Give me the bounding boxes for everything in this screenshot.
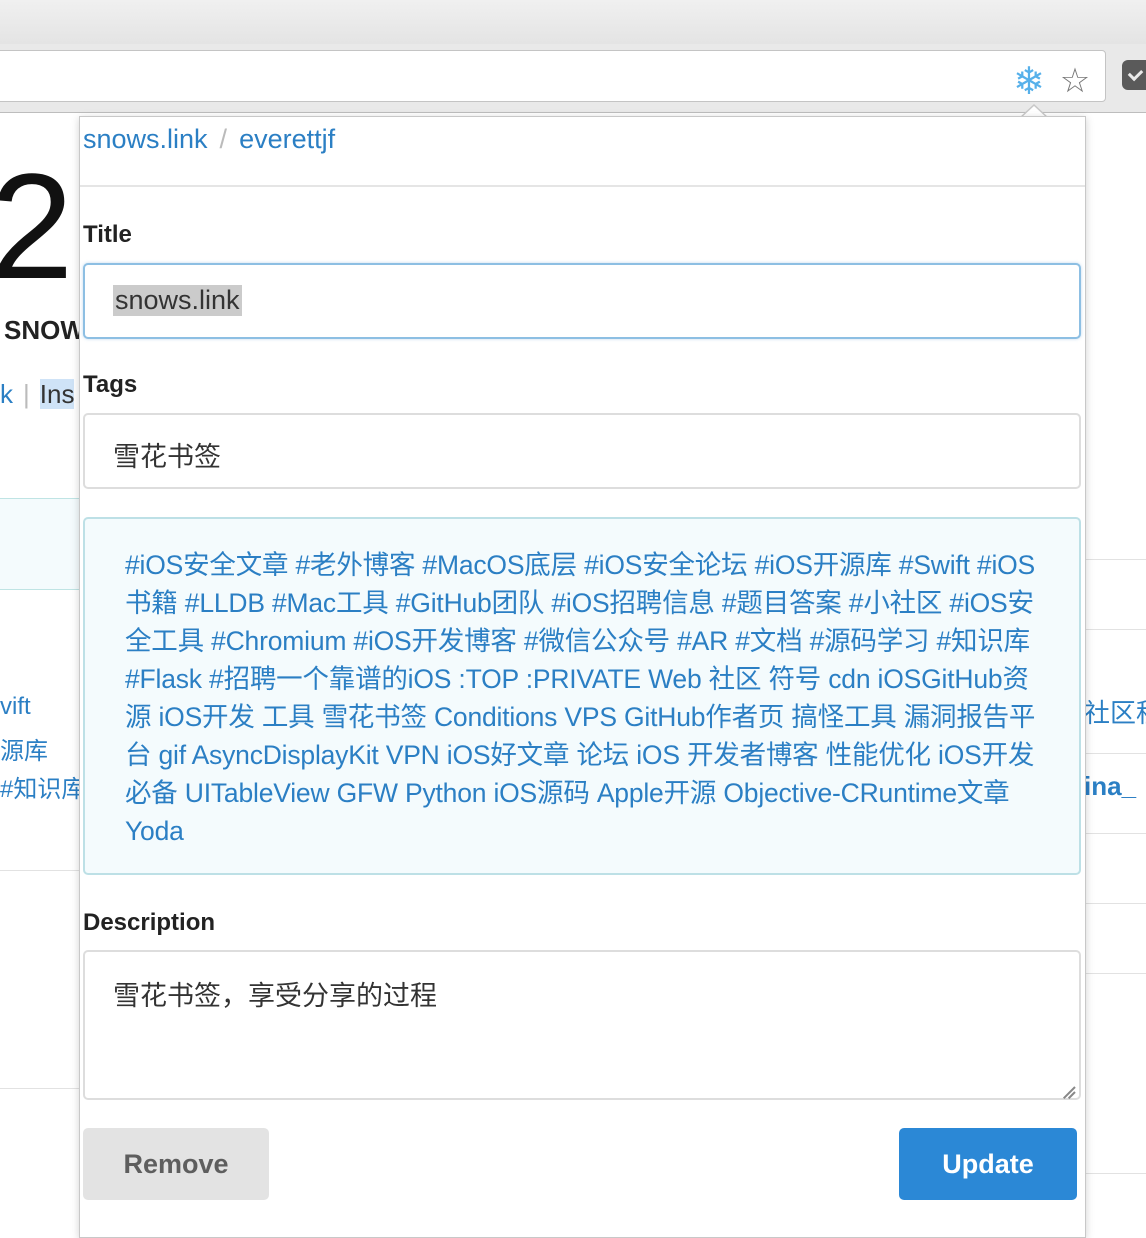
tag-suggestion[interactable]: 性能优化 bbox=[826, 740, 931, 770]
title-label: Title bbox=[83, 221, 132, 248]
background-panel bbox=[0, 498, 87, 590]
tag-suggestion[interactable]: #老外博客 bbox=[296, 550, 416, 580]
tag-suggestion[interactable]: Apple开源 bbox=[597, 778, 717, 808]
title-input[interactable]: snows.link bbox=[83, 263, 1081, 339]
tags-input-value: 雪花书签 bbox=[113, 442, 221, 472]
tag-suggestion[interactable]: 搞怪工具 bbox=[791, 702, 896, 732]
tag-suggestion[interactable]: #Chromium bbox=[211, 626, 346, 656]
title-input-value: snows.link bbox=[113, 285, 242, 316]
background-snippet[interactable]: 社区程 bbox=[1084, 693, 1146, 730]
tag-suggestion[interactable]: #知识库 bbox=[936, 626, 1030, 656]
tag-suggestion[interactable]: #Swift bbox=[899, 550, 970, 580]
breadcrumb-site-link[interactable]: snows.link bbox=[83, 124, 208, 154]
background-links: k | Ins bbox=[0, 379, 75, 409]
breadcrumb-user-link[interactable]: everettjf bbox=[239, 124, 335, 154]
tag-suggestion[interactable]: #iOS开源库 bbox=[755, 550, 892, 580]
tag-suggestion[interactable]: GFW bbox=[337, 778, 398, 808]
tag-suggestion[interactable]: Web bbox=[648, 664, 702, 694]
tag-suggestion[interactable]: 开发者博客 bbox=[687, 740, 819, 770]
background-site-name: SNOW bbox=[4, 315, 85, 345]
star-icon[interactable]: ☆ bbox=[1055, 61, 1095, 101]
tag-suggestion[interactable]: GitHub作者页 bbox=[624, 702, 784, 732]
tag-suggestion[interactable]: Objective-CRuntime文章 bbox=[723, 778, 1009, 808]
breadcrumb: snows.link / everettjf bbox=[83, 124, 336, 154]
tag-suggestion[interactable]: #题目答案 bbox=[722, 588, 842, 618]
tag-suggestion[interactable]: #小社区 bbox=[849, 588, 943, 618]
background-link[interactable]: k bbox=[0, 379, 13, 409]
address-bar[interactable]: ❄ ☆ bbox=[0, 50, 1106, 102]
tag-suggestion[interactable]: #iOS安全文章 bbox=[125, 550, 289, 580]
tag-suggestion[interactable]: #iOS安全论坛 bbox=[584, 550, 748, 580]
divider bbox=[80, 185, 1085, 187]
tag-suggestion[interactable]: #iOS开发博客 bbox=[353, 626, 517, 656]
tag-suggestion[interactable]: 论坛 bbox=[576, 740, 629, 770]
browser-title-bar bbox=[0, 0, 1146, 45]
tag-suggestion[interactable]: 工具 bbox=[262, 702, 315, 732]
tag-suggestion[interactable]: #源码学习 bbox=[810, 626, 930, 656]
tag-suggestion[interactable]: #iOS招聘信息 bbox=[551, 588, 715, 618]
tag-suggestion[interactable]: #招聘一个靠谱的iOS bbox=[209, 664, 451, 694]
description-label: Description bbox=[83, 909, 216, 936]
tags-input[interactable]: 雪花书签 bbox=[83, 413, 1081, 489]
tag-suggestion[interactable]: #文档 bbox=[735, 626, 802, 656]
browser-toolbar: ❄ ☆ bbox=[0, 44, 1146, 113]
tag-suggestion[interactable]: AsyncDisplayKit bbox=[192, 740, 379, 770]
update-button[interactable]: Update bbox=[899, 1128, 1077, 1200]
tag-suggestion[interactable]: UITableView bbox=[185, 778, 330, 808]
snowflake-icon[interactable]: ❄ bbox=[1009, 61, 1049, 101]
tag-suggestion[interactable]: gif bbox=[158, 740, 186, 770]
tags-label: Tags bbox=[83, 371, 138, 398]
background-snippet[interactable]: #知识库 bbox=[0, 769, 85, 804]
tag-suggestion[interactable]: :TOP bbox=[458, 664, 518, 694]
tag-suggestion[interactable]: 社区 bbox=[709, 664, 762, 694]
tag-suggestion[interactable]: iOS bbox=[636, 740, 680, 770]
background-snippet[interactable]: 源库 bbox=[0, 731, 48, 766]
tag-suggestions: #iOS安全文章 #老外博客 #MacOS底层 #iOS安全论坛 #iOS开源库… bbox=[83, 517, 1081, 875]
tag-suggestion[interactable]: iOS源码 bbox=[493, 778, 589, 808]
tag-suggestion[interactable]: cdn bbox=[828, 664, 870, 694]
tag-suggestion[interactable]: 雪花书签 bbox=[322, 702, 427, 732]
tag-suggestion[interactable]: VPN bbox=[386, 740, 440, 770]
tag-suggestion[interactable]: Conditions bbox=[434, 702, 557, 732]
tag-suggestion[interactable]: #Flask bbox=[125, 664, 202, 694]
tag-suggestion[interactable]: VPS bbox=[564, 702, 617, 732]
tag-suggestion[interactable]: #AR bbox=[677, 626, 728, 656]
remove-button[interactable]: Remove bbox=[83, 1128, 269, 1200]
description-textarea[interactable]: 雪花书签，享受分享的过程 bbox=[83, 950, 1081, 1100]
tag-suggestion[interactable]: #GitHub团队 bbox=[396, 588, 545, 618]
tag-suggestion[interactable]: #Mac工具 bbox=[272, 588, 389, 618]
background-heading: 2 bbox=[0, 142, 74, 310]
tag-suggestion[interactable]: iOS好文章 bbox=[447, 740, 570, 770]
pocket-icon[interactable] bbox=[1122, 60, 1146, 90]
tag-suggestion[interactable]: 符号 bbox=[768, 664, 821, 694]
tag-suggestion[interactable]: Yoda bbox=[125, 816, 184, 846]
tag-suggestion[interactable]: #微信公众号 bbox=[524, 626, 670, 656]
tag-suggestion[interactable]: #MacOS底层 bbox=[422, 550, 577, 580]
description-value: 雪花书签，享受分享的过程 bbox=[113, 981, 437, 1011]
bookmark-popup: snows.link / everettjf Title snows.link Ta… bbox=[79, 116, 1086, 1238]
tag-suggestion[interactable]: #LLDB bbox=[185, 588, 265, 618]
background-snippet[interactable]: ina_ bbox=[1084, 771, 1136, 802]
tag-list: #iOS安全文章 #老外博客 #MacOS底层 #iOS安全论坛 #iOS开源库… bbox=[125, 546, 1039, 850]
background-snippet[interactable]: vift bbox=[0, 693, 31, 721]
background-link[interactable]: Ins bbox=[39, 379, 75, 409]
tag-suggestion[interactable]: :PRIVATE bbox=[526, 664, 641, 694]
resize-handle-icon[interactable] bbox=[1061, 1080, 1075, 1094]
tag-suggestion[interactable]: Python bbox=[405, 778, 487, 808]
tag-suggestion[interactable]: iOS开发 bbox=[158, 702, 254, 732]
